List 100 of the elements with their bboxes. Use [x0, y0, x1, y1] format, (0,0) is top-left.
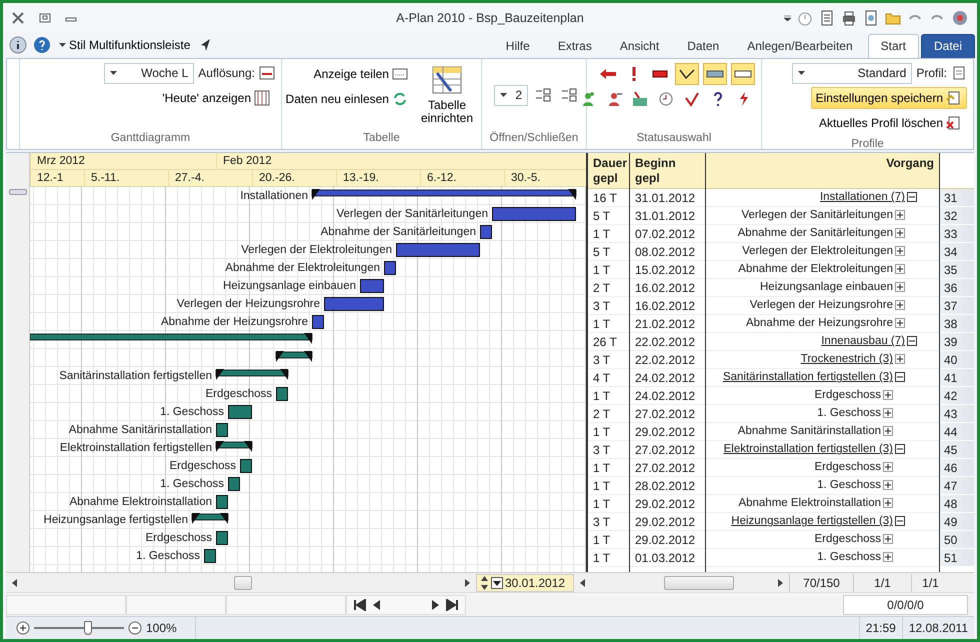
first-icon[interactable]: [354, 598, 366, 611]
date-value: 30.01.2012: [505, 576, 566, 590]
ribbon-tab[interactable]: Daten: [674, 34, 732, 58]
document-icon[interactable]: [819, 10, 835, 26]
row-number: 43: [940, 404, 974, 423]
week-header: 27.-4.: [168, 170, 252, 187]
task-name: 1. Geschoss: [817, 479, 881, 492]
caret-icon: [491, 576, 503, 589]
table-cell: 1 T: [588, 314, 629, 333]
resolution-dropdown[interactable]: Woche L: [104, 62, 194, 84]
filter-counter: 0/0/0/0: [843, 594, 968, 615]
printer-icon[interactable]: [841, 10, 857, 26]
ribbon-tab[interactable]: Start: [868, 34, 919, 58]
expand-icon: [561, 87, 577, 104]
date-field[interactable]: 30.01.2012: [476, 574, 574, 592]
person-remove-icon: [606, 90, 622, 107]
profile-label: Profil:: [916, 66, 947, 80]
close-icon[interactable]: [11, 12, 25, 24]
expand-toggle[interactable]: [883, 534, 893, 544]
expand-toggle[interactable]: [907, 336, 917, 346]
expand-toggle[interactable]: [895, 372, 905, 382]
expand-toggle[interactable]: [895, 516, 905, 526]
scroll-thumb[interactable]: [8, 188, 26, 195]
level-dropdown[interactable]: 2: [494, 84, 528, 106]
expand-toggle[interactable]: [883, 480, 893, 490]
expand-toggle[interactable]: [895, 354, 905, 364]
table-cell: 31.01.2012: [630, 206, 705, 225]
table-cell: 29.02.2012: [630, 530, 705, 549]
bar-label: Abnahme Elektroinstallation: [69, 494, 212, 510]
expand-toggle[interactable]: [883, 408, 893, 418]
table-cell: 15.02.2012: [630, 260, 705, 279]
today-button[interactable]: 'Heute' anzeigen: [157, 86, 275, 109]
bar-icon: [652, 70, 668, 78]
scrollbar[interactable]: [6, 152, 30, 572]
expand-toggle[interactable]: [883, 498, 893, 508]
profile-button[interactable]: Einstellungen speichern: [810, 86, 967, 109]
task-name: Innenausbau (7): [821, 335, 905, 348]
ribbon-tab[interactable]: Extras: [544, 34, 605, 58]
table-cell: 27.02.2012: [630, 440, 705, 459]
scroll-thumb[interactable]: [234, 576, 252, 590]
expand-toggle[interactable]: [895, 246, 905, 256]
table-setup-button[interactable]: Tabelle einrichten: [418, 62, 475, 128]
table-cell: 22.02.2012: [630, 332, 705, 351]
next-icon[interactable]: [432, 598, 440, 611]
expand-toggle[interactable]: [883, 426, 893, 436]
group-label: Öffnen/Schließen: [488, 132, 580, 146]
expand-toggle[interactable]: [883, 462, 893, 472]
ribbon-tab[interactable]: Datei: [920, 34, 975, 58]
table-cell: 1 T: [588, 476, 629, 495]
previous-icon[interactable]: [372, 598, 380, 611]
profile-button[interactable]: Aktuelles Profil löschen: [814, 112, 967, 134]
ribbon-tab[interactable]: Anlegen/Bearbeiten: [734, 34, 866, 58]
status-toggle[interactable]: [731, 62, 755, 85]
info-icon[interactable]: [9, 36, 27, 54]
expand-toggle[interactable]: [895, 282, 905, 292]
checkmark-icon: [684, 90, 700, 107]
slider-thumb[interactable]: [84, 621, 92, 635]
bar-label: 1. Geschoss: [160, 476, 224, 492]
scroll-thumb[interactable]: [664, 576, 734, 590]
ribbon-tab[interactable]: Ansicht: [606, 34, 672, 58]
bar-icon: [734, 68, 752, 79]
clock-icon[interactable]: [797, 10, 813, 26]
expand-toggle[interactable]: [883, 552, 893, 562]
table-button[interactable]: Anzeige teilen: [308, 62, 413, 85]
table-button[interactable]: Daten neu einlesen: [280, 88, 413, 110]
expand-toggle[interactable]: [895, 318, 905, 328]
table-cell: 1 T: [588, 260, 629, 279]
zoom-out-icon[interactable]: [128, 621, 142, 635]
zoom-in-icon[interactable]: [16, 621, 30, 635]
expand-toggle[interactable]: [895, 228, 905, 238]
caret-icon[interactable]: [784, 14, 791, 21]
restore-icon[interactable]: [39, 12, 51, 23]
expand-toggle[interactable]: [907, 192, 917, 202]
preview-icon[interactable]: [863, 10, 879, 26]
table-cell: 3 T: [588, 512, 629, 531]
ribbon-tab[interactable]: Hilfe: [492, 34, 543, 58]
row-number: 45: [940, 440, 974, 459]
expand-toggle[interactable]: [883, 390, 893, 400]
resolution-label: Auflösung:: [198, 66, 255, 80]
task-name: Verlegen der Elektroleitungen: [742, 245, 893, 258]
table-cell: 24.02.2012: [630, 368, 705, 387]
style-menu[interactable]: Stil Multifunktionsleiste: [57, 38, 192, 52]
delete-profile-icon: [946, 114, 962, 131]
task-name: 1. Geschoss: [817, 551, 881, 564]
column-header: Vorgang: [706, 152, 939, 189]
row-number: 34: [940, 242, 974, 261]
table-cell: 27.02.2012: [630, 458, 705, 477]
expand-toggle[interactable]: [895, 300, 905, 310]
help-icon[interactable]: [33, 36, 51, 54]
expand-toggle[interactable]: [895, 210, 905, 220]
status-toggle[interactable]: [703, 62, 727, 85]
profile-dropdown[interactable]: Standard: [792, 62, 912, 84]
status-toggle[interactable]: [675, 62, 699, 85]
last-icon[interactable]: [446, 598, 458, 611]
app-icon[interactable]: [951, 8, 969, 27]
bar-label: 1. Geschoss: [160, 404, 224, 420]
expand-toggle[interactable]: [895, 444, 905, 454]
expand-toggle[interactable]: [895, 264, 905, 274]
arrow-right-icon: [465, 578, 470, 587]
arrow-right-icon: [778, 578, 783, 587]
